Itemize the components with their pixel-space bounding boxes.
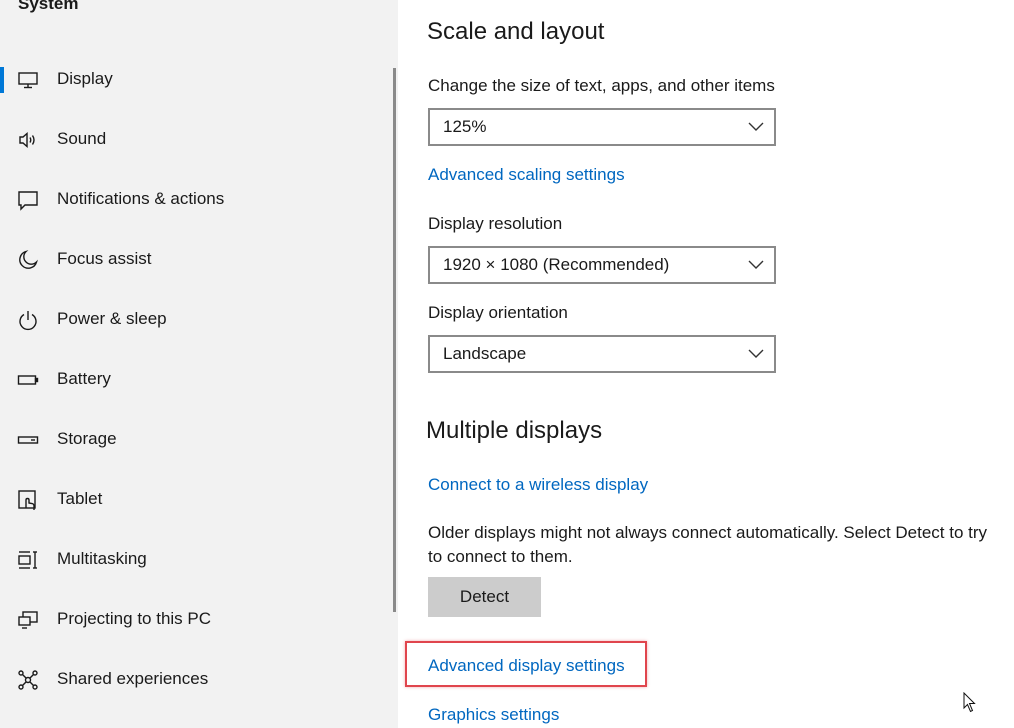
sidebar-header: System <box>18 0 79 13</box>
chevron-down-icon <box>748 122 764 131</box>
resolution-dropdown[interactable]: 1920 × 1080 (Recommended) <box>428 246 776 284</box>
sidebar-item-storage[interactable]: Storage <box>0 416 390 464</box>
tablet-icon <box>17 489 39 511</box>
sidebar-item-label: Focus assist <box>57 249 152 268</box>
sidebar-item-label: Storage <box>57 429 117 448</box>
advanced-scaling-link[interactable]: Advanced scaling settings <box>428 165 625 185</box>
resolution-dropdown-value: 1920 × 1080 (Recommended) <box>443 255 670 274</box>
multiple-displays-title: Multiple displays <box>426 417 603 444</box>
notification-icon <box>17 189 39 211</box>
scale-dropdown-value: 125% <box>443 117 487 136</box>
sidebar-item-label: Power & sleep <box>57 309 167 328</box>
sidebar-item-shared-experiences[interactable]: Shared experiences <box>0 656 390 704</box>
sidebar-item-sound[interactable]: Sound <box>0 116 390 164</box>
detect-button[interactable]: Detect <box>428 577 541 617</box>
sidebar-item-battery[interactable]: Battery <box>0 356 390 404</box>
orientation-dropdown-value: Landscape <box>443 344 527 363</box>
sidebar-item-tablet[interactable]: Tablet <box>0 476 390 524</box>
moon-icon <box>17 249 39 271</box>
speaker-icon <box>17 129 39 151</box>
sidebar-item-label: Tablet <box>57 489 103 508</box>
resolution-label: Display resolution <box>428 214 563 233</box>
sidebar: System Display Sound Notifications & act… <box>0 0 398 728</box>
multitasking-icon <box>17 549 39 571</box>
sidebar-item-projecting[interactable]: Projecting to this PC <box>0 596 390 644</box>
detect-description: Older displays might not always connect … <box>428 523 988 566</box>
orientation-label: Display orientation <box>428 303 568 322</box>
sidebar-scrollbar[interactable] <box>393 68 396 612</box>
sidebar-item-focus-assist[interactable]: Focus assist <box>0 236 390 284</box>
sidebar-item-label: Shared experiences <box>57 669 209 688</box>
wireless-display-link[interactable]: Connect to a wireless display <box>428 475 648 495</box>
advanced-display-settings-link[interactable]: Advanced display settings <box>428 656 625 676</box>
monitor-icon <box>17 69 39 91</box>
storage-icon <box>17 429 39 451</box>
mouse-cursor-icon <box>963 692 976 713</box>
orientation-dropdown[interactable]: Landscape <box>428 335 776 373</box>
sidebar-item-power-sleep[interactable]: Power & sleep <box>0 296 390 344</box>
graphics-settings-link[interactable]: Graphics settings <box>428 705 559 725</box>
sidebar-item-label: Display <box>57 69 113 88</box>
scale-dropdown[interactable]: 125% <box>428 108 776 146</box>
sidebar-item-label: Battery <box>57 369 111 388</box>
power-icon <box>17 309 39 331</box>
chevron-down-icon <box>748 260 764 269</box>
sidebar-item-label: Multitasking <box>57 549 147 568</box>
scale-label: Change the size of text, apps, and other… <box>428 76 775 95</box>
sidebar-item-multitasking[interactable]: Multitasking <box>0 536 390 584</box>
chevron-down-icon <box>748 349 764 358</box>
sidebar-item-label: Sound <box>57 129 107 148</box>
sidebar-item-notifications[interactable]: Notifications & actions <box>0 176 390 224</box>
scale-layout-title: Scale and layout <box>427 18 605 45</box>
sidebar-item-label: Projecting to this PC <box>57 609 212 628</box>
sidebar-item-label: Notifications & actions <box>57 189 225 208</box>
sidebar-item-display[interactable]: Display <box>0 56 390 104</box>
projecting-icon <box>17 609 39 631</box>
battery-icon <box>17 369 39 391</box>
shared-experiences-icon <box>17 669 39 691</box>
selected-indicator <box>0 67 4 93</box>
main-content: Scale and layout Change the size of text… <box>398 0 1014 728</box>
